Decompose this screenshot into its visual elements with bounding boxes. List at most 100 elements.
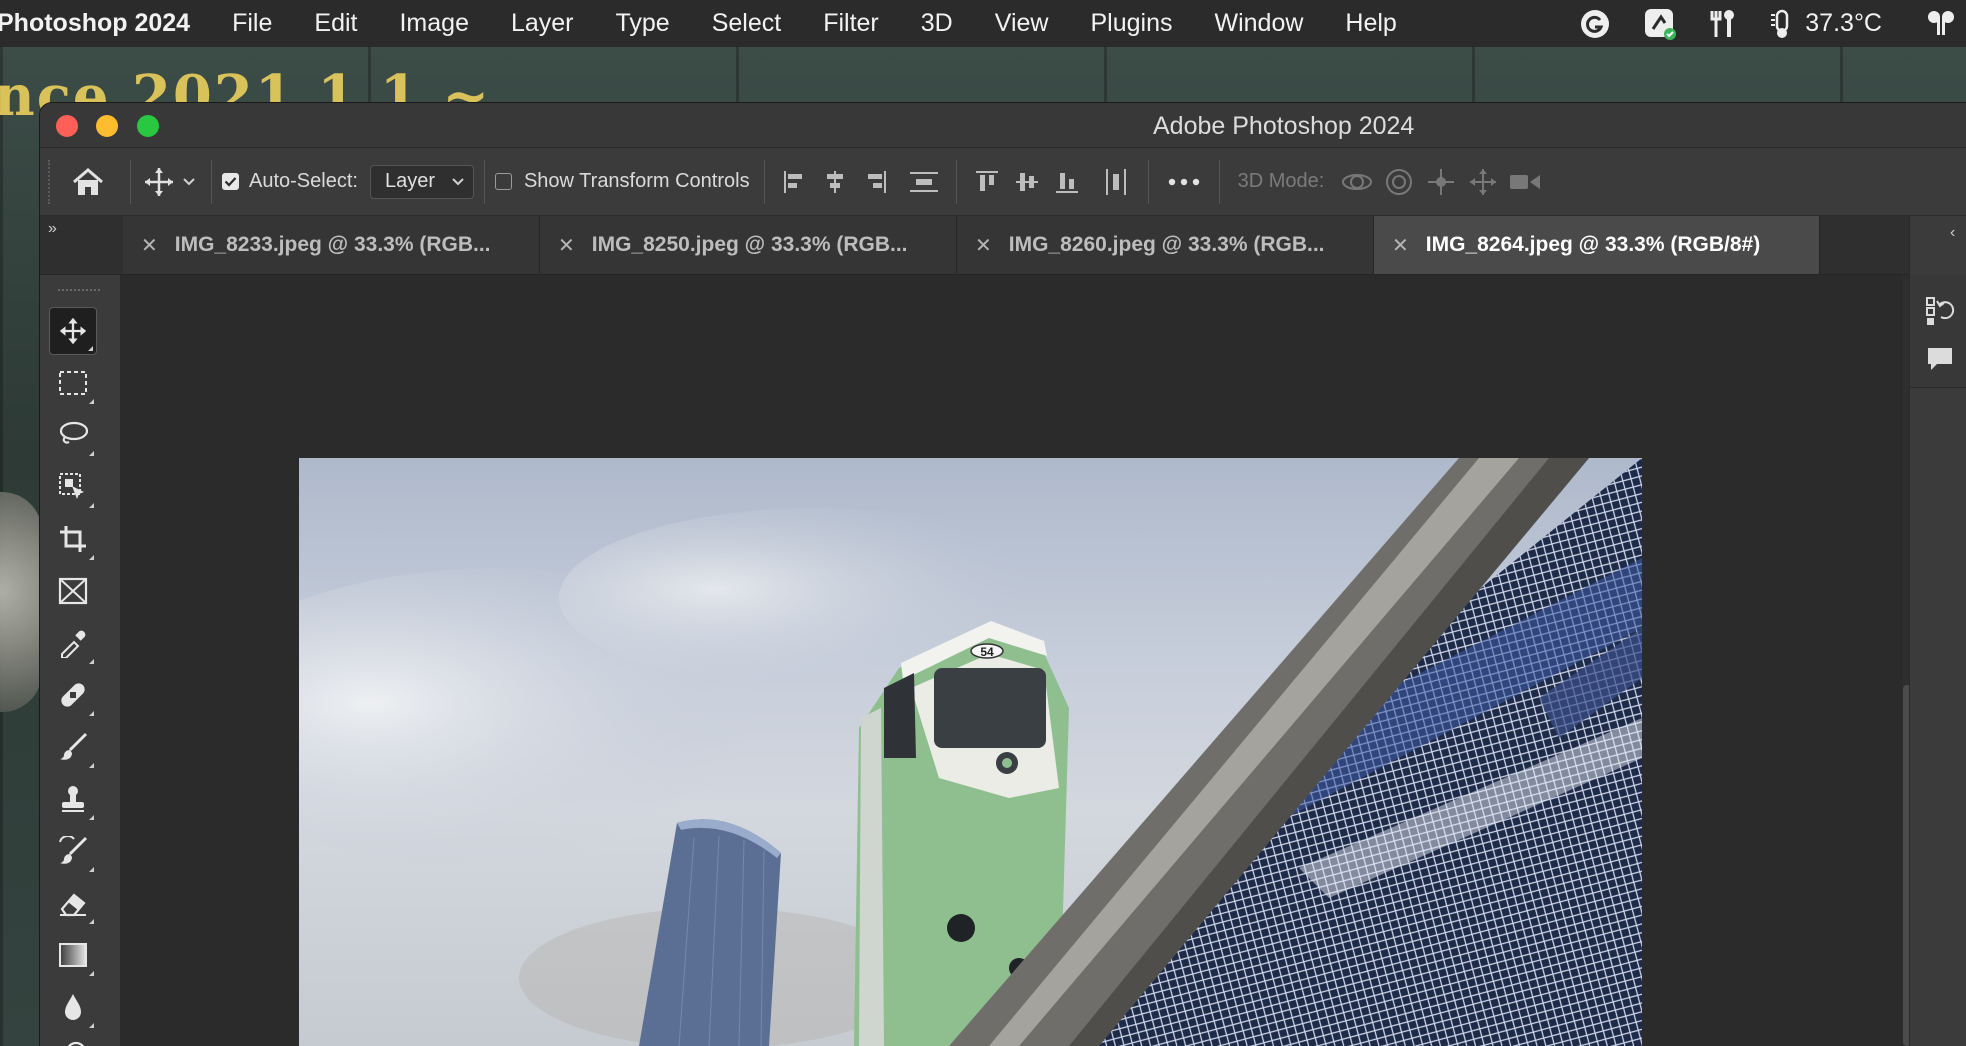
menu-filter[interactable]: Filter (823, 9, 879, 38)
brush-tool[interactable] (49, 723, 97, 771)
align-top-edges-button[interactable] (970, 162, 1004, 202)
spot-healing-brush-tool[interactable] (49, 671, 97, 719)
tab-img-8260[interactable]: ✕ IMG_8260.jpeg @ 33.3% (RGB... (957, 216, 1374, 274)
photo-content: 54 (299, 458, 1642, 1046)
3d-pan-button[interactable] (1420, 162, 1462, 202)
tab-label: IMG_8264.jpeg @ 33.3% (RGB/8#) (1425, 233, 1761, 256)
video-camera-icon (1510, 174, 1541, 189)
clone-stamp-tool[interactable] (49, 775, 97, 823)
close-tab-icon[interactable]: ✕ (975, 233, 992, 258)
tab-label: IMG_8260.jpeg @ 33.3% (RGB... (1008, 233, 1325, 256)
temperature-readout: 37.3°C (1805, 9, 1882, 37)
grammarly-icon[interactable] (1579, 8, 1611, 40)
status-area: 37.3°C (1557, 0, 1966, 47)
app-menu-photoshop[interactable]: Photoshop 2024 (0, 9, 190, 38)
close-window-button[interactable] (56, 115, 78, 137)
canvas-area[interactable]: 54 (121, 275, 1913, 1046)
tab-img-8264[interactable]: ✕ IMG_8264.jpeg @ 33.3% (RGB/8#) (1374, 216, 1820, 274)
menu-file[interactable]: File (232, 9, 272, 38)
move-tool-preset-button[interactable] (141, 166, 177, 198)
right-panel-dock: ‹ (1909, 216, 1966, 1046)
3d-roll-button[interactable] (1378, 162, 1420, 202)
align-vertical-centers-button[interactable] (1010, 162, 1044, 202)
align-right-edges-button[interactable] (858, 162, 892, 202)
maximize-window-button[interactable] (137, 115, 159, 137)
align-horizontal-centers-button[interactable] (818, 162, 852, 202)
close-tab-icon[interactable]: ✕ (1392, 233, 1409, 258)
comment-icon (1928, 348, 1952, 370)
3d-slide-button[interactable] (1462, 162, 1504, 202)
app-status-icon[interactable] (1643, 7, 1677, 41)
tab-img-8250[interactable]: ✕ IMG_8250.jpeg @ 33.3% (RGB... (540, 216, 957, 274)
menu-image[interactable]: Image (399, 9, 468, 38)
bandage-icon (61, 683, 85, 707)
menu-3d[interactable]: 3D (921, 9, 953, 38)
menu-type[interactable]: Type (616, 9, 670, 38)
history-brush-tool[interactable] (49, 827, 97, 875)
3d-orbit-button[interactable] (1336, 162, 1378, 202)
close-tab-icon[interactable]: ✕ (141, 233, 158, 258)
align-left-edges-button[interactable] (778, 162, 812, 202)
crop-tool[interactable] (49, 515, 97, 563)
tools-icon[interactable] (1709, 9, 1737, 39)
lasso-icon (59, 421, 89, 444)
auto-select-checkbox[interactable] (222, 173, 239, 190)
tab-img-8233[interactable]: ✕ IMG_8233.jpeg @ 33.3% (RGB... (123, 216, 540, 274)
show-transform-controls-label: Show Transform Controls (523, 170, 750, 192)
show-transform-controls-checkbox[interactable] (494, 173, 512, 190)
auto-select-label: Auto-Select: (249, 170, 358, 192)
align-bottom-edges-button[interactable] (1050, 162, 1084, 202)
frame-tool[interactable] (49, 567, 97, 615)
menu-select[interactable]: Select (712, 9, 781, 38)
move-tool[interactable] (49, 307, 97, 355)
comments-panel-button[interactable] (1922, 341, 1958, 377)
distribute-horizontally-button[interactable] (1099, 162, 1133, 202)
tab-label: IMG_8250.jpeg @ 33.3% (RGB... (591, 233, 908, 256)
eraser-tool[interactable] (49, 879, 97, 927)
document-image[interactable]: 54 (299, 458, 1642, 1046)
window-titlebar[interactable]: Adobe Photoshop 2024 (40, 103, 1966, 148)
dodge-icon (67, 1041, 85, 1046)
frame-icon (58, 577, 88, 605)
history-brush-icon (59, 836, 88, 864)
gradient-tool[interactable] (49, 931, 97, 979)
home-button[interactable] (56, 167, 120, 197)
lasso-tool[interactable] (49, 411, 97, 459)
minimize-window-button[interactable] (96, 115, 118, 137)
align-right-icon (867, 170, 886, 193)
align-bottom-icon (1055, 172, 1078, 193)
distribute-vertically-button[interactable] (907, 162, 941, 202)
object-selection-tool[interactable] (49, 463, 97, 511)
menu-window[interactable]: Window (1214, 9, 1303, 38)
temperature-icon[interactable] (1769, 9, 1795, 39)
rectangular-marquee-tool[interactable] (49, 359, 97, 407)
3d-scale-button[interactable] (1504, 162, 1546, 202)
menu-edit[interactable]: Edit (314, 9, 357, 38)
tools-panel-grip[interactable] (58, 289, 100, 297)
more-options-button[interactable] (1162, 162, 1206, 202)
options-bar-grip[interactable] (48, 159, 56, 204)
distribute-horizontal-icon (1105, 168, 1126, 195)
menu-plugins[interactable]: Plugins (1090, 9, 1172, 38)
tool-preset-dropdown[interactable] (177, 177, 201, 187)
eraser-icon (60, 893, 86, 917)
align-center-horizontal-icon (826, 170, 843, 193)
menu-help[interactable]: Help (1345, 9, 1396, 38)
history-panel-button[interactable] (1922, 293, 1958, 329)
auto-select-target-select[interactable]: Layer (369, 164, 474, 199)
dodge-tool[interactable] (49, 1031, 97, 1046)
blur-drop-icon (65, 994, 81, 1020)
blur-tool[interactable] (49, 983, 97, 1031)
airpods-icon[interactable] (1926, 9, 1956, 39)
menu-bar: Photoshop 2024 File Edit Image Layer Typ… (0, 0, 1966, 47)
menu-layer[interactable]: Layer (511, 9, 574, 38)
eyedropper-tool[interactable] (49, 619, 97, 667)
menu-view[interactable]: View (995, 9, 1049, 38)
collapse-panels-icon[interactable]: ‹ (1950, 224, 1955, 242)
collapse-tools-icon[interactable]: » (48, 220, 57, 238)
auto-select-target-value: Layer (384, 170, 435, 192)
close-tab-icon[interactable]: ✕ (558, 233, 575, 258)
eyedropper-icon (61, 630, 86, 658)
pan-icon (1428, 168, 1455, 195)
distribute-vertical-icon (909, 171, 938, 192)
